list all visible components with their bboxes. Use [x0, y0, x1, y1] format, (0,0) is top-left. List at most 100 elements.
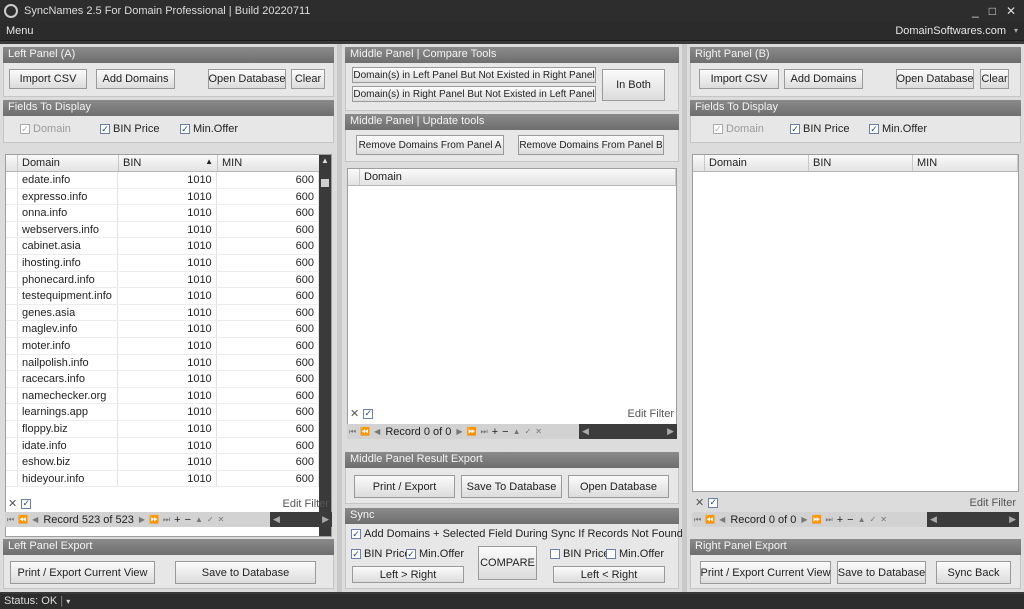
table-row[interactable]: maglev.info 1010 600 — [6, 321, 320, 338]
scroll-thumb[interactable] — [321, 179, 329, 187]
row-selector[interactable] — [6, 420, 18, 437]
table-row[interactable]: learnings.app 1010 600 — [6, 404, 320, 421]
next-page-icon[interactable]: ⏩ — [465, 427, 479, 436]
clear-filter-icon[interactable]: ✕ — [8, 497, 17, 510]
left-not-in-right-button[interactable]: Domain(s) in Left Panel But Not Existed … — [352, 67, 596, 83]
site-link[interactable]: DomainSoftwares.com — [895, 25, 1006, 37]
right-domain-grid[interactable]: Domain BIN MIN — [692, 154, 1019, 492]
left-domain-grid[interactable]: Domain BIN ▲ MIN edate.info 1010 600 express… — [5, 154, 332, 537]
prev-page-icon[interactable]: ⏪ — [703, 515, 717, 524]
row-selector[interactable] — [6, 404, 18, 420]
right-save-database-button[interactable]: Save to Database — [837, 561, 926, 584]
row-selector[interactable] — [6, 172, 18, 188]
cancel-icon[interactable]: ✕ — [533, 427, 544, 436]
prev-record-icon[interactable]: ◀ — [372, 427, 382, 436]
table-row[interactable]: hideyour.info 1010 600 — [6, 470, 320, 488]
middle-col-domain[interactable]: Domain — [360, 169, 676, 185]
row-selector[interactable] — [6, 304, 18, 321]
confirm-icon[interactable]: ✓ — [868, 515, 879, 524]
table-row[interactable]: racecars.info 1010 600 — [6, 371, 320, 388]
right-col-domain[interactable]: Domain — [705, 155, 809, 171]
in-both-button[interactable]: In Both — [602, 69, 665, 101]
row-selector[interactable] — [6, 437, 18, 454]
left-clear-button[interactable]: Clear — [291, 69, 325, 89]
right-col-bin[interactable]: BIN — [809, 155, 913, 171]
edit-record-icon[interactable]: ▲ — [856, 515, 868, 524]
middle-nav-scrollbar[interactable]: ◀ ▶ — [579, 424, 677, 439]
left-nav-scrollbar[interactable]: ◀ ▶ — [270, 512, 332, 527]
table-row[interactable]: ihosting.info 1010 600 — [6, 254, 320, 272]
edit-record-icon[interactable]: ▲ — [511, 427, 523, 436]
clear-filter-icon[interactable]: ✕ — [695, 496, 704, 509]
add-record-icon[interactable]: + — [835, 514, 845, 526]
remove-from-panel-a-button[interactable]: Remove Domains From Panel A — [356, 135, 504, 155]
sync-left-min-checkbox[interactable]: ✓ Min.Offer — [406, 548, 464, 560]
first-record-icon[interactable]: ⏮ — [347, 427, 358, 437]
sync-add-domains-checkbox[interactable]: ✓ Add Domains + Selected Field During Syn… — [351, 528, 683, 540]
table-row[interactable]: nailpolish.info 1010 600 — [6, 354, 320, 372]
row-selector[interactable] — [6, 321, 18, 337]
row-selector[interactable] — [6, 221, 18, 238]
table-row[interactable]: edate.info 1010 600 — [6, 172, 320, 189]
table-row[interactable]: namechecker.org 1010 600 — [6, 387, 320, 405]
delete-record-icon[interactable]: − — [500, 426, 510, 438]
scroll-up-icon[interactable]: ▲ — [319, 155, 331, 167]
row-selector[interactable] — [6, 254, 18, 271]
edit-record-icon[interactable]: ▲ — [193, 515, 205, 524]
last-record-icon[interactable]: ⏭ — [824, 515, 835, 525]
delete-record-icon[interactable]: − — [845, 514, 855, 526]
table-row[interactable]: testequipment.info 1010 600 — [6, 288, 320, 305]
left-col-domain[interactable]: Domain — [18, 155, 119, 171]
prev-page-icon[interactable]: ⏪ — [16, 515, 30, 524]
row-selector[interactable] — [6, 354, 18, 371]
middle-print-export-button[interactable]: Print / Export — [354, 475, 455, 498]
left-filter-checkbox[interactable]: ✓ — [21, 498, 32, 509]
last-record-icon[interactable]: ⏭ — [479, 427, 490, 437]
right-add-domains-button[interactable]: Add Domains — [784, 69, 863, 89]
last-record-icon[interactable]: ⏭ — [161, 515, 172, 525]
left-field-bin-checkbox[interactable]: ✓ BIN Price — [100, 123, 159, 135]
chevron-down-icon[interactable]: ▾ — [1014, 26, 1018, 35]
table-row[interactable]: onna.info 1010 600 — [6, 205, 320, 222]
table-row[interactable]: moter.info 1010 600 — [6, 337, 320, 355]
next-page-icon[interactable]: ⏩ — [810, 515, 824, 524]
middle-result-grid[interactable]: Domain — [347, 168, 677, 436]
left-grid-scrollbar[interactable]: ▲ — [319, 155, 331, 536]
table-row[interactable]: webservers.info 1010 600 — [6, 221, 320, 239]
delete-record-icon[interactable]: − — [183, 514, 193, 526]
table-row[interactable]: expresso.info 1010 600 — [6, 188, 320, 206]
table-row[interactable]: phonecard.info 1010 600 — [6, 271, 320, 289]
middle-filter-checkbox[interactable]: ✓ — [363, 408, 374, 419]
right-col-min[interactable]: MIN — [913, 155, 1018, 171]
status-dropdown-icon[interactable]: ▾ — [66, 597, 70, 606]
left-open-database-button[interactable]: Open Database — [208, 69, 286, 89]
next-page-icon[interactable]: ⏩ — [147, 515, 161, 524]
row-selector[interactable] — [6, 387, 18, 404]
clear-filter-icon[interactable]: ✕ — [350, 407, 359, 420]
sync-back-button[interactable]: Sync Back — [936, 561, 1011, 584]
right-field-min-checkbox[interactable]: ✓ Min.Offer — [869, 123, 927, 135]
prev-record-icon[interactable]: ◀ — [30, 515, 40, 524]
table-row[interactable]: eshow.biz 1010 600 — [6, 454, 320, 471]
close-button[interactable]: ✕ — [1006, 4, 1016, 18]
right-field-bin-checkbox[interactable]: ✓ BIN Price — [790, 123, 849, 135]
cancel-icon[interactable]: ✕ — [878, 515, 889, 524]
left-field-min-checkbox[interactable]: ✓ Min.Offer — [180, 123, 238, 135]
right-clear-button[interactable]: Clear — [980, 69, 1009, 89]
table-row[interactable]: floppy.biz 1010 600 — [6, 420, 320, 438]
sync-right-min-checkbox[interactable]: Min.Offer — [606, 548, 664, 560]
sync-left-to-right-button[interactable]: Left > Right — [352, 566, 464, 583]
row-selector[interactable] — [6, 188, 18, 205]
confirm-icon[interactable]: ✓ — [205, 515, 216, 524]
table-row[interactable]: genes.asia 1010 600 — [6, 304, 320, 322]
row-selector[interactable] — [6, 371, 18, 387]
right-open-database-button[interactable]: Open Database — [896, 69, 974, 89]
right-import-csv-button[interactable]: Import CSV — [699, 69, 779, 89]
table-row[interactable]: idate.info 1010 600 — [6, 437, 320, 455]
left-col-min[interactable]: MIN — [218, 155, 321, 171]
sync-right-bin-checkbox[interactable]: BIN Price — [550, 548, 609, 560]
first-record-icon[interactable]: ⏮ — [692, 515, 703, 525]
left-print-export-button[interactable]: Print / Export Current View — [10, 561, 155, 584]
middle-edit-filter-link[interactable]: Edit Filter — [628, 408, 674, 420]
middle-save-database-button[interactable]: Save To Database — [461, 475, 562, 498]
